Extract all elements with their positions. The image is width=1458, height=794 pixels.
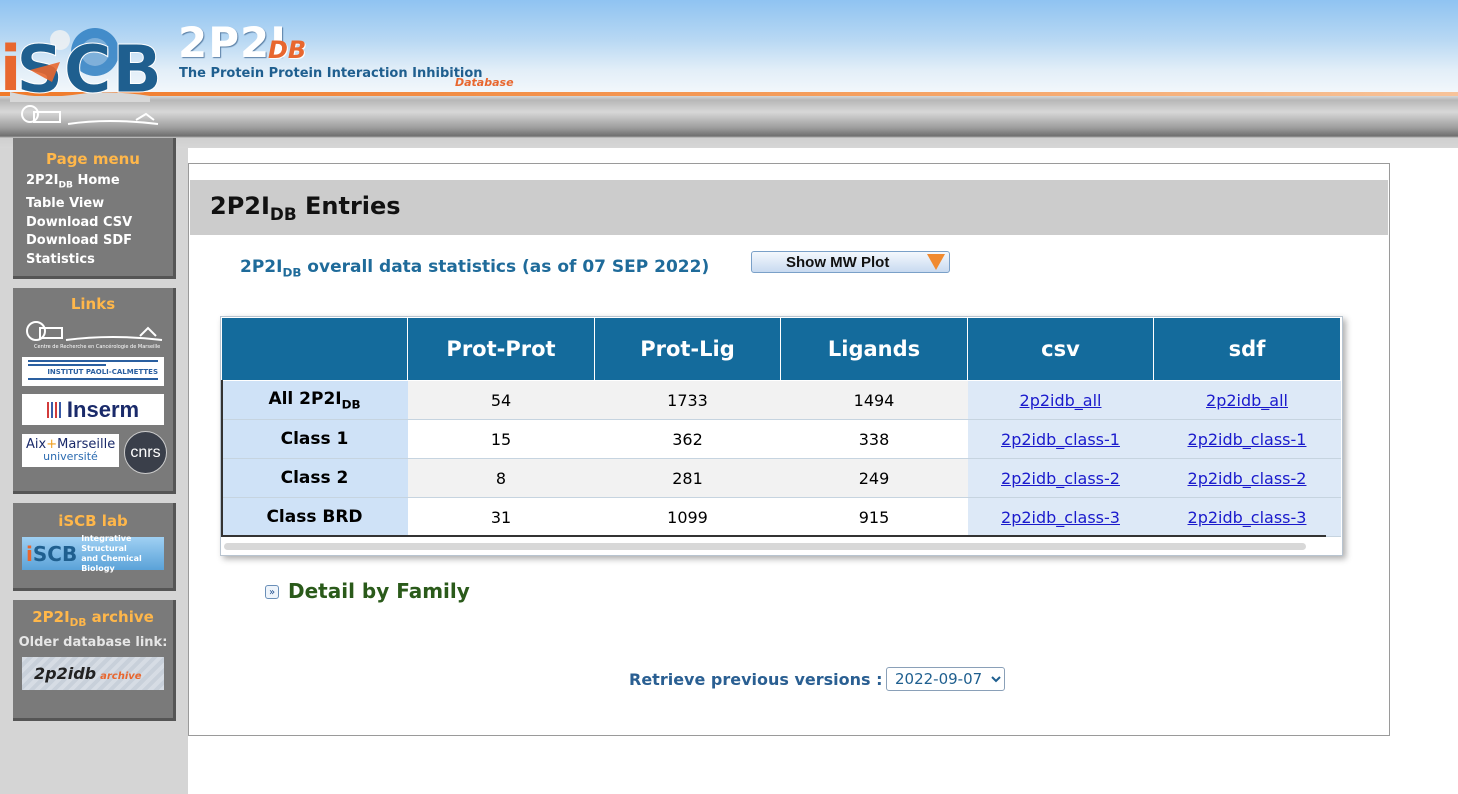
- iscb-lab-box: iSCB lab i SCB Integrative Structural and…: [13, 503, 176, 591]
- menu-item-table-view[interactable]: Table View: [13, 195, 173, 214]
- header-csv: csv: [967, 317, 1154, 381]
- sdf-download-link[interactable]: 2p2idb_class-1: [1188, 430, 1307, 449]
- table-row: Class BRD 31 1099 915 2p2idb_class-3 2p2…: [221, 497, 1341, 537]
- cell-sdf: 2p2idb_class-2: [1153, 458, 1341, 498]
- inserm-text: Inserm: [66, 396, 140, 422]
- header-sdf: sdf: [1153, 317, 1341, 381]
- versions-label: Retrieve previous versions :: [629, 670, 883, 689]
- header-prot-prot: Prot-Prot: [407, 317, 595, 381]
- cell-prot-lig: 1733: [594, 380, 781, 420]
- csv-download-link[interactable]: 2p2idb_class-1: [1001, 430, 1120, 449]
- iscb-lab-heading: iSCB lab: [58, 512, 128, 530]
- iscb-logo[interactable]: i SCB: [0, 22, 175, 102]
- page-menu-heading: Page menu: [45, 150, 140, 168]
- cell-sdf: 2p2idb_all: [1153, 380, 1341, 420]
- stats-table: Prot-Prot Prot-Lig Ligands csv sdf All 2…: [221, 317, 1341, 537]
- sidebar: Page menu 2P2IDB Home Table View Downloa…: [0, 138, 188, 794]
- cell-prot-lig: 1099: [594, 497, 781, 537]
- menu-item-download-csv[interactable]: Download CSV: [13, 214, 173, 233]
- cell-ligands: 249: [780, 458, 968, 498]
- archive-box: 2P2IDB archive Older database link: 2p2i…: [13, 600, 176, 721]
- row-label: Class 1: [221, 419, 408, 459]
- sdf-download-link[interactable]: 2p2idb_all: [1206, 391, 1288, 410]
- cell-prot-lig: 281: [594, 458, 781, 498]
- table-header-row: Prot-Prot Prot-Lig Ligands csv sdf: [221, 317, 1341, 381]
- svg-text:Centre de Recherche en Cancéro: Centre de Recherche en Cancérologie de M…: [34, 343, 160, 350]
- inserm-logo[interactable]: Inserm: [22, 394, 164, 425]
- table-border-left: [221, 380, 223, 537]
- header-orange-line: [0, 92, 1458, 96]
- page-menu-box: Page menu 2P2IDB Home Table View Downloa…: [13, 138, 176, 279]
- aix-marseille-universite-logo[interactable]: Aix+Marseille université: [22, 434, 119, 467]
- crcm-header-logo: [21, 105, 159, 125]
- cell-sdf: 2p2idb_class-1: [1153, 419, 1341, 459]
- cnrs-logo[interactable]: cnrs: [124, 431, 167, 474]
- table-row: Class 2 8 281 249 2p2idb_class-2 2p2idb_…: [221, 458, 1341, 498]
- cell-ligands: 338: [780, 419, 968, 459]
- cell-csv: 2p2idb_class-1: [967, 419, 1154, 459]
- show-mw-plot-button[interactable]: Show MW Plot: [751, 251, 950, 273]
- site-title-db: DB: [268, 36, 307, 64]
- menu-item-download-sdf[interactable]: Download SDF: [13, 232, 173, 251]
- versions-select[interactable]: 2022-09-07: [886, 667, 1005, 691]
- table-border-bottom: [221, 535, 1326, 537]
- cell-csv: 2p2idb_all: [967, 380, 1154, 420]
- title-bar: 2P2IDB Entries: [190, 180, 1388, 235]
- header-empty: [221, 317, 408, 381]
- archive-logo[interactable]: 2p2idb archive: [22, 657, 164, 690]
- detail-by-family-toggle[interactable]: Detail by Family: [288, 579, 470, 603]
- svg-text:SCB: SCB: [16, 31, 162, 102]
- main-content: 2P2IDB Entries 2P2IDB overall data stati…: [188, 163, 1390, 736]
- cell-sdf: 2p2idb_class-3: [1153, 497, 1341, 537]
- table-row: Class 1 15 362 338 2p2idb_class-1 2p2idb…: [221, 419, 1341, 459]
- cell-ligands: 1494: [780, 380, 968, 420]
- site-header: i SCB 2P2I DB The Protein Protein Intera…: [0, 0, 1458, 148]
- cell-ligands: 915: [780, 497, 968, 537]
- iscb-lab-logo[interactable]: i SCB Integrative Structural and Chemical…: [22, 534, 164, 573]
- header-prot-lig: Prot-Lig: [594, 317, 781, 381]
- sdf-download-link[interactable]: 2p2idb_class-3: [1188, 508, 1307, 527]
- csv-download-link[interactable]: 2p2idb_all: [1020, 391, 1102, 410]
- row-label: All 2P2IDB: [221, 380, 408, 420]
- cell-csv: 2p2idb_class-2: [967, 458, 1154, 498]
- sdf-download-link[interactable]: 2p2idb_class-2: [1188, 469, 1307, 488]
- stats-caption: 2P2IDB overall data statistics (as of 07…: [240, 257, 710, 280]
- header-ligands: Ligands: [780, 317, 968, 381]
- crcm-logo[interactable]: Centre de Recherche en Cancérologie de M…: [22, 318, 165, 350]
- cell-prot-prot: 54: [407, 380, 595, 420]
- table-horizontal-scrollbar[interactable]: [224, 543, 1306, 550]
- older-database-label: Older database link:: [18, 635, 168, 650]
- row-label: Class 2: [221, 458, 408, 498]
- archive-heading: 2P2IDB archive: [32, 608, 154, 629]
- cell-prot-prot: 8: [407, 458, 595, 498]
- csv-download-link[interactable]: 2p2idb_class-3: [1001, 508, 1120, 527]
- csv-download-link[interactable]: 2p2idb_class-2: [1001, 469, 1120, 488]
- links-heading: Links: [70, 295, 116, 313]
- menu-item-home[interactable]: 2P2IDB Home: [13, 172, 173, 195]
- cell-prot-prot: 31: [407, 497, 595, 537]
- menu-item-statistics[interactable]: Statistics: [13, 251, 173, 270]
- row-label: Class BRD: [221, 497, 408, 537]
- dropdown-triangle-icon: [927, 254, 945, 270]
- site-subtitle-database: Database: [455, 76, 514, 89]
- inserm-mark-icon: [46, 401, 63, 418]
- links-box: Links Centre de Recherche en Cancérologi…: [13, 288, 176, 494]
- cell-csv: 2p2idb_class-3: [967, 497, 1154, 537]
- institut-paoli-calmettes-logo[interactable]: INSTITUT PAOLI-CALMETTES: [22, 357, 164, 386]
- site-subtitle: The Protein Protein Interaction Inhibiti…: [179, 66, 483, 81]
- cell-prot-prot: 15: [407, 419, 595, 459]
- page-title: 2P2IDB Entries: [210, 192, 401, 224]
- expand-icon[interactable]: »: [265, 585, 279, 599]
- cell-prot-lig: 362: [594, 419, 781, 459]
- stats-table-container: Prot-Prot Prot-Lig Ligands csv sdf All 2…: [220, 316, 1343, 556]
- table-row: All 2P2IDB 54 1733 1494 2p2idb_all 2p2id…: [221, 380, 1341, 420]
